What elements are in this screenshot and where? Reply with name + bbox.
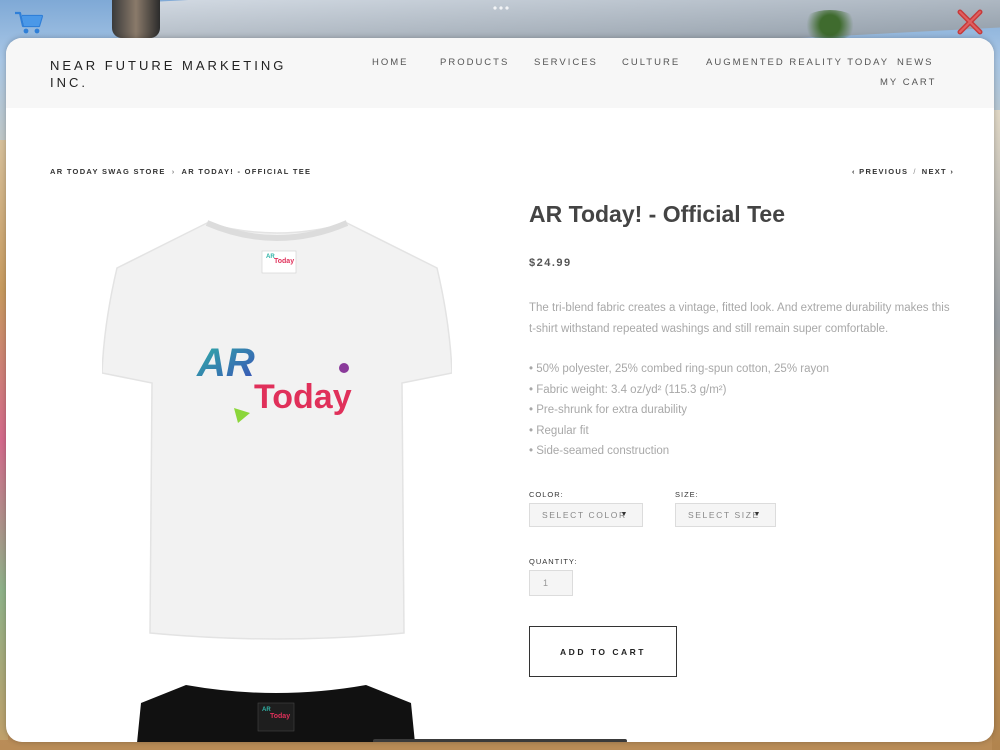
backdrop-figure <box>112 0 160 38</box>
breadcrumb-current: AR TODAY! - OFFICIAL TEE <box>181 167 312 176</box>
chevron-down-icon: ▼ <box>620 511 629 518</box>
store-panel: NEAR FUTURE MARKETING INC. HOME PRODUCTS… <box>6 38 994 742</box>
black-neck-label-today: Today <box>270 713 290 720</box>
nav-my-cart[interactable]: MY CART <box>880 77 936 88</box>
nav-augmented-reality-today[interactable]: AUGMENTED REALITY TODAY <box>706 57 889 68</box>
size-select[interactable]: SELECT SIZE ▼ <box>675 503 776 527</box>
next-link[interactable]: NEXT › <box>922 167 954 176</box>
nav-culture[interactable]: CULTURE <box>622 57 680 68</box>
product-image-black-tee[interactable]: AR Today <box>136 683 416 742</box>
feature-item: • 50% polyester, 25% combed ring-spun co… <box>529 363 830 375</box>
breadcrumb: AR TODAY SWAG STORE › AR TODAY! - OFFICIAL… <box>50 167 311 176</box>
shirt-logo-today: Today <box>254 378 352 416</box>
add-to-cart-button[interactable]: ADD TO CART <box>529 626 677 677</box>
neck-label-today: Today <box>274 258 294 265</box>
shirt-logo-ar: AR <box>196 341 255 385</box>
nav-services[interactable]: SERVICES <box>534 57 598 68</box>
feature-item: • Side-seamed construction <box>529 445 670 457</box>
close-icon[interactable] <box>956 8 984 36</box>
backdrop-palm <box>800 10 860 40</box>
breadcrumb-store-link[interactable]: AR TODAY SWAG STORE <box>50 167 166 176</box>
window-grabber[interactable] <box>492 6 510 10</box>
size-label: SIZE: <box>675 490 699 499</box>
brand-logo[interactable]: NEAR FUTURE MARKETING INC. <box>50 57 290 91</box>
feature-item: • Fabric weight: 3.4 oz/yd² (115.3 g/m²) <box>529 383 727 396</box>
quantity-label: QUANTITY: <box>529 557 578 566</box>
nav-home[interactable]: HOME <box>372 57 409 68</box>
product-features: • 50% polyester, 25% combed ring-spun co… <box>529 359 959 462</box>
previous-link[interactable]: ‹ PREVIOUS <box>852 167 908 176</box>
feature-item: • Regular fit <box>529 424 589 437</box>
nav-news[interactable]: NEWS <box>897 57 934 68</box>
chevron-down-icon: ▼ <box>753 511 762 518</box>
feature-item: • Pre-shrunk for extra durability <box>529 404 688 416</box>
site-header: NEAR FUTURE MARKETING INC. HOME PRODUCTS… <box>6 38 994 108</box>
product-pager: ‹ PREVIOUS / NEXT › <box>852 167 954 176</box>
scroll-indicator[interactable] <box>373 739 627 742</box>
color-select-value: SELECT COLOR <box>542 510 627 520</box>
color-label: COLOR: <box>529 490 564 499</box>
product-description: The tri-blend fabric creates a vintage, … <box>529 302 950 335</box>
product-title: AR Today! - Official Tee <box>529 201 786 227</box>
pager-separator: / <box>913 167 917 176</box>
quantity-input[interactable] <box>529 570 573 596</box>
product-price: $24.99 <box>529 257 572 269</box>
color-select[interactable]: SELECT COLOR ▼ <box>529 503 643 527</box>
breadcrumb-separator: › <box>171 167 176 176</box>
shopping-cart-icon[interactable] <box>14 10 44 36</box>
nav-products[interactable]: PRODUCTS <box>440 57 509 68</box>
size-select-value: SELECT SIZE <box>688 510 760 520</box>
product-image-white-tee[interactable]: AR Today AR Today <box>102 213 452 643</box>
